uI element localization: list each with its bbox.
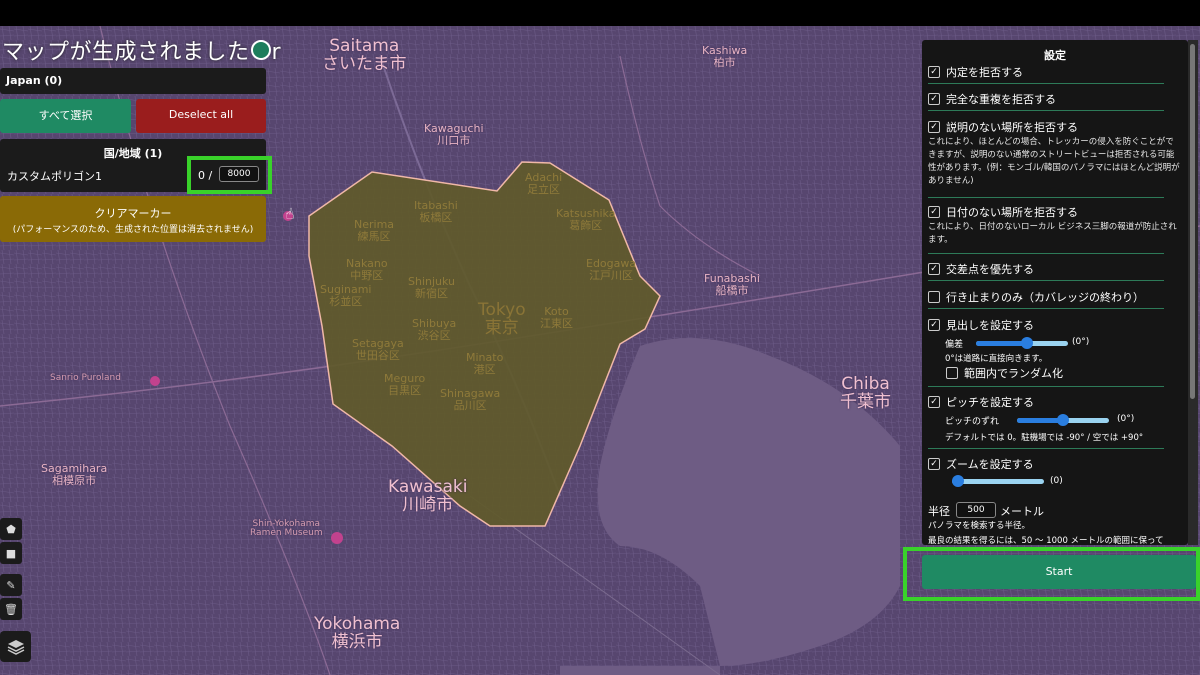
clear-marker-button[interactable]: クリアマーカー (パフォーマンスのため、生成された位置は消去されません) [0,196,266,242]
reject-no-date-desc: これにより、日付のないローカル ビジネス三脚の報道が防止されます。 [928,222,1177,245]
divider [928,308,1164,309]
map-label-shin-yokohama: Shin-Yokohama Ramen Museum [250,519,323,539]
deselect-all-button[interactable]: Deselect all [136,99,266,133]
country-selector[interactable]: Japan (0) [0,68,266,94]
map-label-sagamihara: Sagamihara 相模原市 [41,462,108,487]
map-label-kawasaki: Kawasaki 川崎市 [388,477,468,515]
divider [928,197,1164,198]
scrollbar-thumb[interactable] [1190,44,1195,399]
zoom-slider-knob[interactable] [952,475,964,487]
deviation-label: 偏差 [945,340,964,350]
map-label-chiba: Chiba 千葉市 [840,374,891,412]
heading-note: 0°は道路に直接向きます。 [945,354,1048,364]
clear-marker-note: (パフォーマンスのため、生成された位置は消去されません) [12,225,254,235]
map-label-nerima: Nerima 練馬区 [354,218,395,243]
check-icon[interactable]: ✓ [928,263,940,275]
layers-icon[interactable] [0,631,31,662]
map-label-koto: Koto 江東区 [540,305,573,330]
map-label-nakano: Nakano 中野区 [346,257,388,282]
deviation-slider-fill [976,341,1027,346]
radius-input[interactable] [956,502,996,518]
radius-desc: パノラマを検索する半径。 [928,521,1031,531]
reject-no-description-desc: これにより、ほとんどの場合、トレッカーの侵入を防ぐことができますが、説明のない通… [928,137,1180,186]
pitch-note: デフォルトでは 0。駐機場では -90° / 空では +90° [945,433,1144,443]
settings-title: 設定 [1044,49,1066,62]
highlight-start [903,547,1200,601]
check-icon[interactable]: ✓ [928,396,940,408]
radius-unit: メートル [1000,505,1044,518]
highlight-count [187,156,272,194]
pitch-offset-label: ピッチのずれ [945,417,1000,427]
divider [928,83,1164,84]
radius-label: 半径 [928,505,950,518]
clear-marker-label: クリアマーカー [94,207,172,220]
map-label-edogawa: Edogawa 江戸川区 [586,257,637,282]
map-label-tokyo: Tokyo 東京 [478,300,526,338]
divider [928,253,1164,254]
map-label-katsushika: Katsushika 葛飾区 [556,207,616,232]
map-label-yokohama: Yokohama 横浜市 [314,614,401,652]
deviation-value: (0°) [1072,337,1090,347]
map-label-setagaya: Setagaya 世田谷区 [352,337,404,362]
select-all-button[interactable]: すべて選択 [0,99,131,133]
map-label-shibuya: Shibuya 渋谷区 [412,317,457,342]
divider [928,448,1164,449]
check-icon[interactable]: ✓ [928,319,940,331]
map-label-shinagawa: Shinagawa 品川区 [440,387,501,412]
pitch-slider[interactable] [1017,414,1109,426]
polygon-name[interactable]: カスタムポリゴン1 [7,168,102,184]
map-label-funabashi: Funabashi 船橋市 [704,272,760,297]
radius-hint: 最良の結果を得るには、50 ～ 1000 メートルの範囲に保って [928,536,1164,545]
globe-icon [250,40,271,60]
zoom-slider[interactable] [952,475,1044,487]
app-title: マップが生成されました r [2,40,282,65]
map-label-meguro: Meguro 目黒区 [384,372,426,397]
divider [928,386,1164,387]
check-icon[interactable]: ✓ [928,93,940,105]
pitch-offset-value: (0°) [1117,414,1135,424]
check-icon[interactable]: ✓ [928,121,940,133]
checkbox-empty[interactable] [928,291,940,303]
trash-icon[interactable]: 🗑 [0,598,22,620]
settings-panel: 設定 ✓ 内定を拒否する ✓ 完全な重複を拒否する ✓ 説明のない場所を拒否する… [922,40,1188,545]
rectangle-tool-icon[interactable]: ■ [0,542,22,564]
checkbox-empty[interactable] [946,367,958,379]
map-label-itabashi: Itabashi 板橋区 [414,199,458,224]
map-label-suginami: Suginami 杉並区 [320,283,372,308]
settings-scrollbar[interactable] [1188,40,1198,545]
check-icon[interactable]: ✓ [928,206,940,218]
map-label-adachi: Adachi 足立区 [525,171,563,196]
deviation-slider[interactable] [976,337,1068,349]
polygon-tool-icon[interactable]: ⬟ [0,518,22,540]
map-label-saitama: Saitama さいたま市 [322,36,407,74]
map-label-sanrio: Sanrio Puroland [50,373,121,383]
edit-icon[interactable]: ✎ [0,574,22,596]
top-black-bar [0,0,1200,26]
divider [928,110,1164,111]
divider [928,280,1164,281]
check-icon[interactable]: ✓ [928,458,940,470]
map-label-kashiwa: Kashiwa 柏市 [702,44,748,69]
map-label-kawaguchi: Kawaguchi 川口市 [424,122,484,147]
pitch-slider-knob[interactable] [1057,414,1069,426]
zoom-value: (0) [1050,476,1063,486]
map-label-minato: Minato 港区 [466,351,504,376]
check-icon[interactable]: ✓ [928,66,940,78]
deviation-slider-knob[interactable] [1021,337,1033,349]
map-label-shinjuku: Shinjuku 新宿区 [408,275,456,300]
